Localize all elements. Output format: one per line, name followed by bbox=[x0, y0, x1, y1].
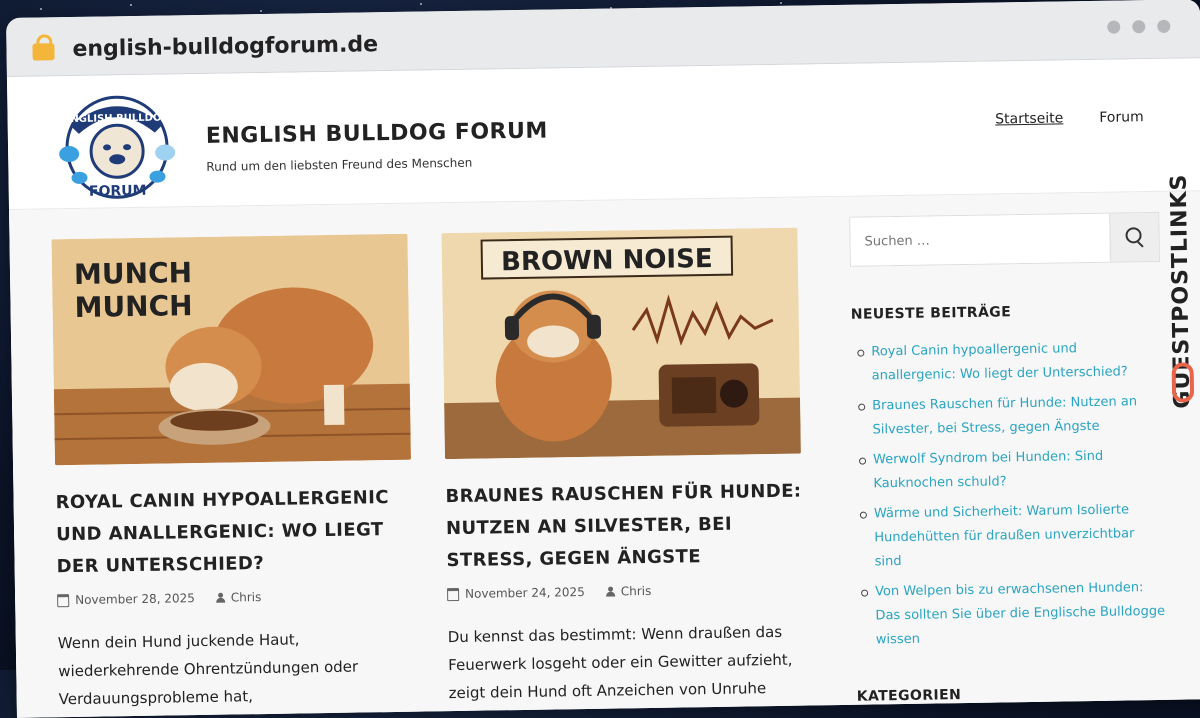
categories-title: KATEGORIEN bbox=[856, 687, 962, 705]
address-bar[interactable]: english-bulldogforum.de bbox=[72, 32, 378, 62]
site-title[interactable]: ENGLISH BULLDOG FORUM bbox=[206, 119, 548, 149]
recent-post-link[interactable]: Braunes Rauschen für Hunde: Nutzen an Si… bbox=[872, 394, 1137, 437]
post-thumbnail-image[interactable]: BROWN NOISE bbox=[441, 227, 801, 460]
logo-bottom-text: FORUM bbox=[89, 183, 147, 200]
post-card: BROWN NOISE BRAUNES RAUSCHEN FÜR HUNDE: … bbox=[441, 227, 804, 708]
list-item: Wärme und Sicherheit: Warum Isolierte Hu… bbox=[854, 498, 1165, 575]
window-dot-icon[interactable] bbox=[1132, 20, 1146, 34]
thumb-text: MUNCH bbox=[74, 289, 193, 324]
link-icon bbox=[1171, 362, 1195, 403]
user-icon bbox=[215, 593, 225, 603]
main-content: MUNCH MUNCH ROYAL CANIN HYPOALLERGENIC U… bbox=[9, 191, 1200, 718]
post-author[interactable]: Chris bbox=[231, 590, 262, 604]
post-date[interactable]: November 24, 2025 bbox=[465, 585, 585, 601]
post-thumbnail-image[interactable]: MUNCH MUNCH bbox=[51, 233, 411, 466]
post-meta: November 28, 2025 Chris bbox=[57, 588, 413, 608]
post-author[interactable]: Chris bbox=[621, 584, 652, 598]
recent-posts-list: Royal Canin hypoallergenic und anallerge… bbox=[851, 336, 1166, 653]
list-item: Royal Canin hypoallergenic und anallerge… bbox=[851, 336, 1162, 389]
list-item: Von Welpen bis zu erwachsenen Hunden: Da… bbox=[855, 576, 1166, 653]
search-button[interactable] bbox=[1109, 212, 1159, 262]
sidebar: NEUESTE BEITRÄGE Royal Canin hypoallerge… bbox=[849, 211, 1167, 705]
window-dot-icon[interactable] bbox=[1107, 20, 1121, 34]
site-header: ENGLISH BULLDOG FORUM ENGLISH BULLDOG FO… bbox=[6, 58, 1200, 210]
post-title[interactable]: ROYAL CANIN HYPOALLERGENIC UND ANALLERGE… bbox=[55, 482, 412, 584]
search-icon bbox=[1125, 227, 1142, 244]
search-form bbox=[849, 211, 1160, 267]
calendar-icon bbox=[57, 593, 70, 607]
search-input[interactable] bbox=[850, 213, 1110, 266]
recent-post-link[interactable]: Wärme und Sicherheit: Warum Isolierte Hu… bbox=[874, 502, 1135, 569]
recent-posts-title: NEUESTE BEITRÄGE bbox=[850, 304, 1012, 323]
watermark-brand: GUESTPOSTLINKS bbox=[1162, 118, 1200, 419]
post-card: MUNCH MUNCH ROYAL CANIN HYPOALLERGENIC U… bbox=[51, 233, 414, 714]
lock-icon bbox=[32, 43, 55, 61]
post-excerpt: Du kennst das bestimmt: Wenn draußen das… bbox=[447, 622, 793, 703]
nav-item-startseite[interactable]: Startseite bbox=[995, 110, 1063, 127]
thumb-text: BROWN NOISE bbox=[501, 244, 713, 277]
list-item: Braunes Rauschen für Hunde: Nutzen an Si… bbox=[852, 390, 1163, 443]
list-item: Werwolf Syndrom bei Hunden: Sind Kauknoc… bbox=[853, 444, 1164, 497]
recent-post-link[interactable]: Royal Canin hypoallergenic und anallerge… bbox=[871, 341, 1128, 383]
calendar-icon bbox=[447, 587, 460, 601]
post-date[interactable]: November 28, 2025 bbox=[75, 591, 195, 607]
thumb-text: MUNCH bbox=[74, 256, 193, 291]
post-excerpt: Wenn dein Hund juckende Haut, wiederkehr… bbox=[57, 630, 359, 709]
post-title[interactable]: BRAUNES RAUSCHEN FÜR HUNDE: NUTZEN AN SI… bbox=[445, 476, 802, 578]
web-page: ENGLISH BULLDOG FORUM ENGLISH BULLDOG FO… bbox=[6, 58, 1200, 718]
main-nav: Startseite Forum bbox=[995, 109, 1144, 127]
site-tagline: Rund um den liebsten Freund des Menschen bbox=[206, 155, 473, 174]
site-logo[interactable]: ENGLISH BULLDOG FORUM bbox=[52, 90, 182, 204]
recent-post-link[interactable]: Von Welpen bis zu erwachsenen Hunden: Da… bbox=[875, 580, 1165, 647]
post-meta: November 24, 2025 Chris bbox=[447, 582, 803, 602]
user-icon bbox=[605, 587, 615, 597]
nav-item-forum[interactable]: Forum bbox=[1099, 109, 1144, 126]
window-controls bbox=[1107, 19, 1171, 34]
recent-post-link[interactable]: Werwolf Syndrom bei Hunden: Sind Kauknoc… bbox=[873, 449, 1103, 492]
logo-top-text: ENGLISH BULLDOG bbox=[63, 112, 169, 125]
browser-window: english-bulldogforum.de ENGLISH BULLDOG … bbox=[6, 0, 1200, 718]
window-dot-icon[interactable] bbox=[1157, 19, 1171, 33]
